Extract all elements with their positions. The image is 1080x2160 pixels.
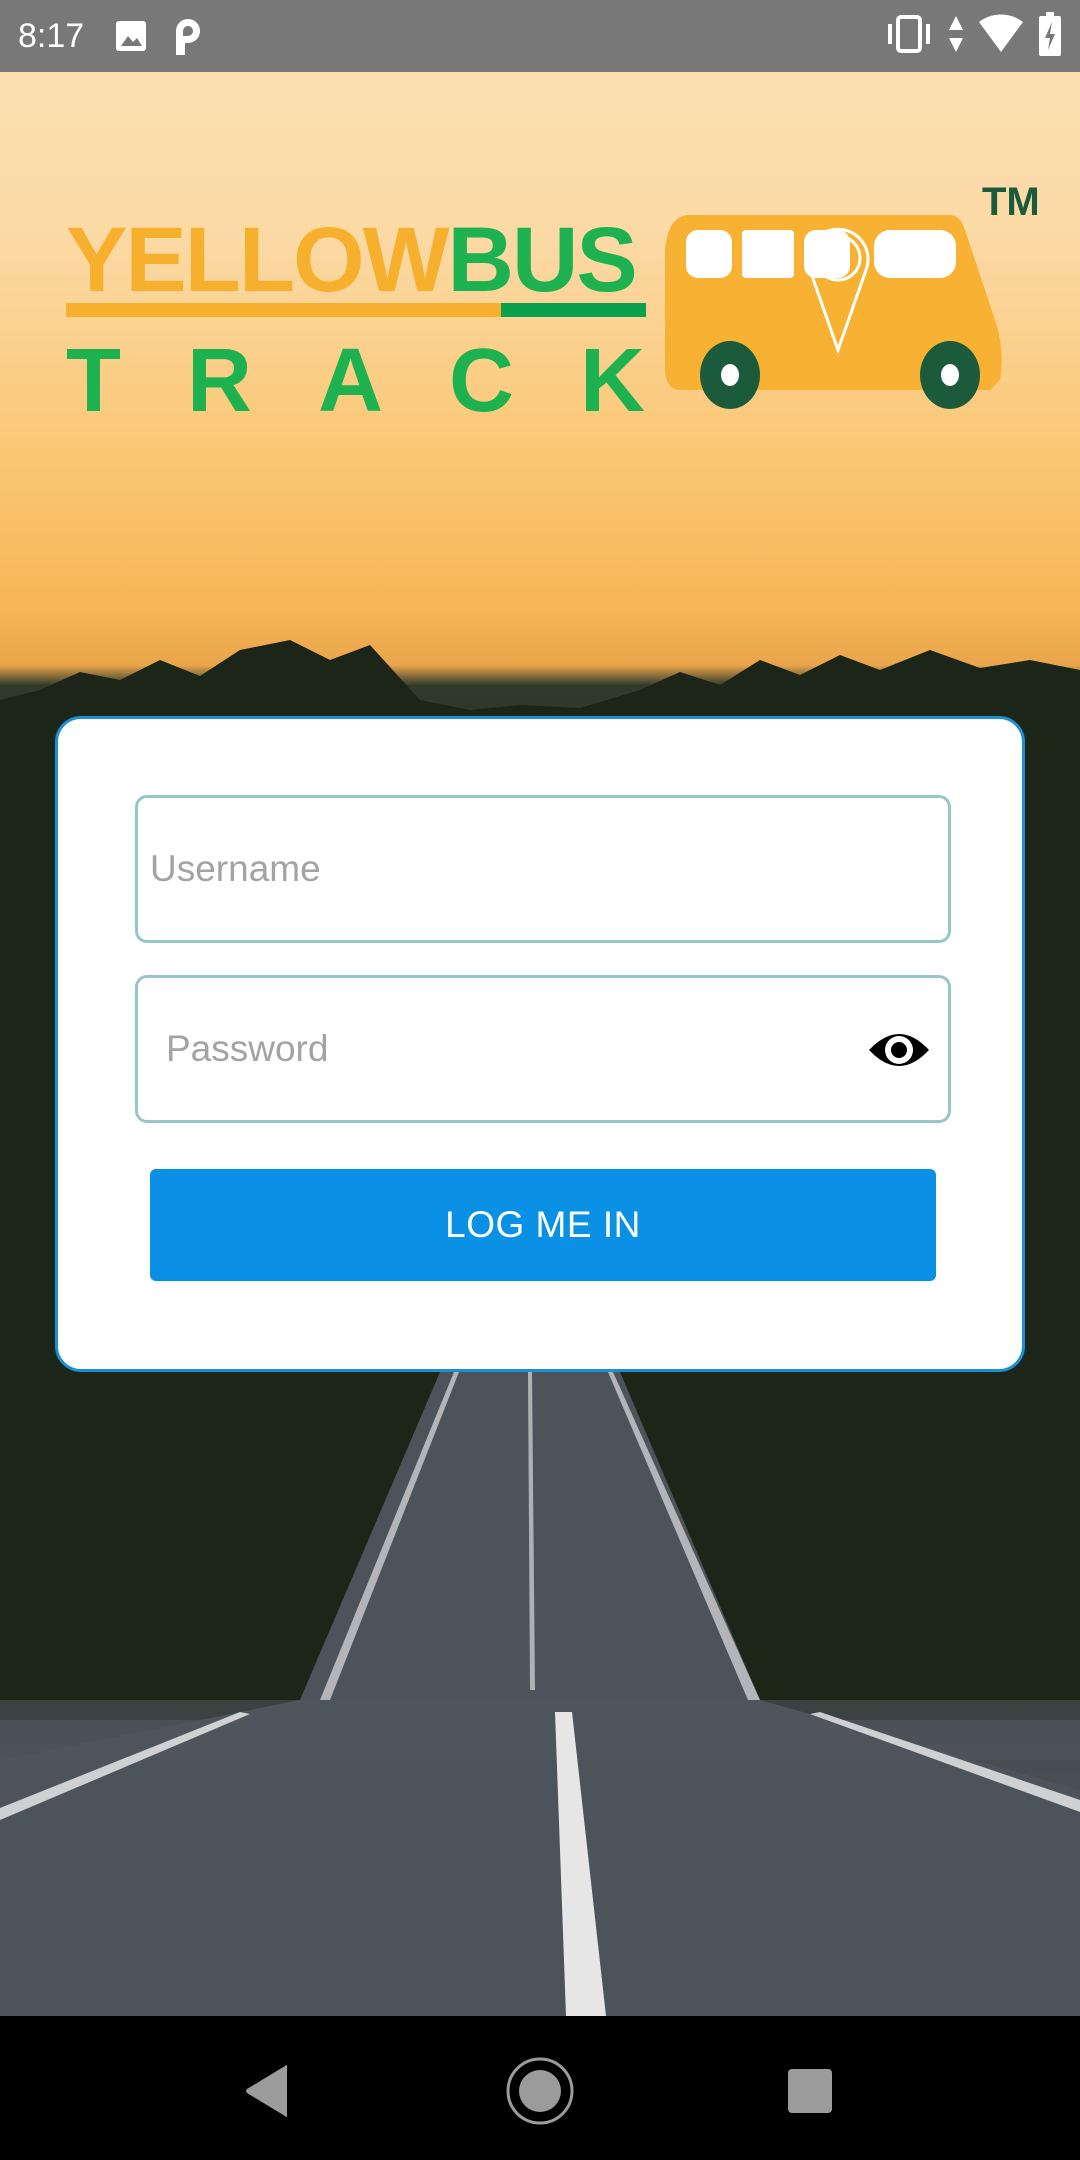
logo-word-bus: BUS bbox=[447, 209, 638, 311]
login-card: LOG ME IN bbox=[55, 716, 1025, 1372]
data-arrows-icon bbox=[948, 14, 964, 59]
logo-word-track: TRACK bbox=[66, 331, 711, 431]
username-field[interactable] bbox=[135, 795, 951, 943]
back-icon bbox=[246, 2065, 287, 2117]
parking-p-icon bbox=[172, 17, 204, 55]
home-icon bbox=[506, 2057, 574, 2125]
wifi-icon bbox=[978, 13, 1024, 59]
logo-underline-yellow bbox=[66, 303, 501, 317]
bus-location-icon bbox=[665, 215, 1002, 409]
recents-button[interactable] bbox=[775, 2056, 845, 2126]
logo-word-yellow: YELLOW bbox=[66, 209, 450, 311]
password-input[interactable] bbox=[138, 978, 948, 1120]
clock: 8:17 bbox=[18, 16, 85, 55]
home-button[interactable] bbox=[505, 2056, 575, 2126]
vibrate-icon bbox=[884, 14, 934, 59]
recents-icon bbox=[788, 2069, 832, 2113]
status-bar: 8:17 bbox=[0, 0, 1080, 72]
username-input[interactable] bbox=[138, 798, 948, 940]
logo-wordmark: YELLOWBUS bbox=[66, 208, 638, 313]
navigation-bar bbox=[0, 2016, 1080, 2160]
battery-charging-icon bbox=[1038, 11, 1062, 61]
eye-icon[interactable] bbox=[866, 1026, 932, 1074]
yellowbus-track-logo: YELLOWBUS TRACK TM bbox=[66, 170, 1056, 431]
image-icon bbox=[114, 19, 148, 53]
log-me-in-button[interactable]: LOG ME IN bbox=[150, 1169, 936, 1281]
logo-underline-green bbox=[501, 303, 646, 317]
password-field[interactable] bbox=[135, 975, 951, 1123]
back-button[interactable] bbox=[232, 2056, 302, 2126]
